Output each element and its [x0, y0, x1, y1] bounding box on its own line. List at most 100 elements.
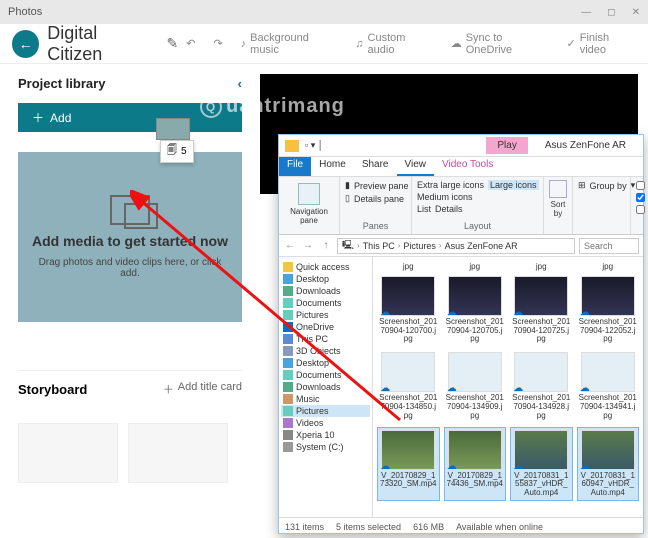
file-item[interactable]: ☁ V_20170829_174436_SM.mp4 [444, 427, 507, 501]
file-checkbox[interactable] [636, 193, 645, 202]
breadcrumb-item[interactable]: This PC [363, 241, 395, 251]
file-item[interactable]: ☁Screenshot_20170904-122052.jpg [577, 274, 640, 346]
ribbon-tab-home[interactable]: Home [311, 157, 354, 176]
add-button-label: Add [50, 111, 71, 125]
tree-item[interactable]: Downloads [281, 285, 370, 297]
file-name: Screenshot_20170904-120700.jpg [379, 318, 438, 344]
custom-audio-button[interactable]: ♫ Custom audio [355, 32, 432, 56]
sync-onedrive-button[interactable]: ☁ Sync to OneDrive [451, 32, 549, 56]
dropzone-title: Add media to get started now [32, 233, 228, 249]
finish-video-button[interactable]: ✓ Finish video [567, 32, 637, 56]
tree-item[interactable]: Documents [281, 297, 370, 309]
tree-item[interactable]: Pictures [281, 309, 370, 321]
group-by-button[interactable]: ⊞ Group by ▾ [578, 180, 625, 191]
file-list-pane[interactable]: jpgjpgjpgjpg ☁Screenshot_20170904-120700… [373, 257, 643, 517]
file-item[interactable]: ☁Screenshot_20170904-134909.jpg [444, 350, 507, 422]
add-title-card-button[interactable]: ＋ Add title card [163, 381, 242, 397]
file-item[interactable]: ☁Screenshot_20170904-134941.jpg [577, 350, 640, 422]
tree-item-label: Downloads [296, 286, 341, 296]
tree-item[interactable]: Xperia 10 [281, 429, 370, 441]
storyboard-slot[interactable] [18, 423, 118, 483]
chevron-left-icon[interactable]: ‹ [238, 76, 242, 91]
pencil-icon[interactable]: ✎ [166, 35, 178, 52]
hide-checkbox[interactable] [636, 205, 645, 214]
file-item[interactable]: ☁Screenshot_20170904-120725.jpg [510, 274, 573, 346]
cloud-status-icon: ☁ [380, 461, 390, 471]
background-music-button[interactable]: ♪ Background music [241, 32, 338, 56]
file-name: V_20170829_174436_SM.mp4 [447, 472, 504, 490]
ribbon-tab-view[interactable]: View [397, 157, 435, 176]
tree-item[interactable]: Desktop [281, 273, 370, 285]
redo-button[interactable]: ↷ [213, 37, 222, 50]
tree-item[interactable]: 3D Objects [281, 345, 370, 357]
tree-item-label: Pictures [296, 406, 329, 416]
file-item[interactable]: ☁Screenshot_20170904-134850.jpg [377, 350, 440, 422]
file-thumbnail: ☁ [581, 430, 635, 470]
storyboard-slot[interactable] [128, 423, 228, 483]
minimize-icon[interactable]: — [581, 7, 591, 18]
file-item[interactable]: ☁Screenshot_20170904-134928.jpg [510, 350, 573, 422]
tree-item[interactable]: System (C:) [281, 441, 370, 453]
watermark: Quantrimang [200, 95, 345, 118]
sort-icon[interactable] [549, 180, 567, 198]
ribbon-tab-video-tools[interactable]: Video Tools [434, 157, 501, 176]
tree-item[interactable]: OneDrive [281, 321, 370, 333]
tree-item-label: Pictures [296, 310, 329, 320]
tree-item-icon [283, 418, 293, 428]
group-header: jpg [602, 263, 613, 272]
navigation-tree[interactable]: Quick accessDesktopDownloadsDocumentsPic… [279, 257, 373, 517]
tree-item[interactable]: Desktop [281, 357, 370, 369]
back-button[interactable]: ← [12, 30, 39, 58]
list-option[interactable]: List [417, 204, 431, 214]
breadcrumb-pc-icon: 🖳 [342, 238, 354, 254]
file-item[interactable]: ☁V_20170831_155837_vHDR_Auto.mp4 [510, 427, 573, 501]
nav-fwd-icon[interactable]: → [301, 240, 315, 251]
file-name: V_20170831_155837_vHDR_Auto.mp4 [513, 472, 570, 498]
file-item[interactable]: ☁Screenshot_20170904-120705.jpg [444, 274, 507, 346]
undo-button[interactable]: ↶ [186, 37, 195, 50]
details-pane-button[interactable]: ▯ Details pane [345, 193, 406, 204]
medium-icons-option[interactable]: Medium icons [417, 192, 473, 202]
file-thumbnail: ☁ [514, 276, 568, 316]
nav-up-icon[interactable]: ↑ [319, 240, 333, 251]
tree-item[interactable]: Documents [281, 369, 370, 381]
file-thumbnail: ☁ [448, 430, 502, 470]
tree-item[interactable]: Videos [281, 417, 370, 429]
breadcrumb-bar[interactable]: 🖳› This PC› Pictures› Asus ZenFone AR [337, 238, 575, 254]
address-bar-row: ← → ↑ 🖳› This PC› Pictures› Asus ZenFone… [279, 235, 643, 257]
tree-item[interactable]: Music [281, 393, 370, 405]
extra-large-icons-option[interactable]: Extra large icons [417, 180, 484, 190]
close-icon[interactable]: ✕ [632, 7, 640, 18]
tree-item[interactable]: Pictures [281, 405, 370, 417]
contextual-tab-play[interactable]: Play [486, 137, 527, 154]
navigation-pane-icon[interactable] [298, 183, 320, 205]
tree-item-label: Videos [296, 418, 323, 428]
large-icons-option[interactable]: Large icons [488, 180, 539, 190]
file-item[interactable]: ☁V_20170829_173320_SM.mp4 [377, 427, 440, 501]
nav-back-icon[interactable]: ← [283, 240, 297, 251]
maximize-icon[interactable]: ◻ [607, 7, 615, 18]
tree-item[interactable]: Quick access [281, 261, 370, 273]
ribbon-tab-share[interactable]: Share [354, 157, 397, 176]
tree-item[interactable]: This PC [281, 333, 370, 345]
ribbon-tab-file[interactable]: File [279, 157, 311, 176]
media-drop-zone[interactable]: Add media to get started now Drag photos… [18, 152, 242, 322]
tree-item[interactable]: Downloads [281, 381, 370, 393]
tree-item-icon [283, 262, 293, 272]
group-header: jpg [536, 263, 547, 272]
cloud-status-icon: ☁ [447, 383, 457, 393]
details-option[interactable]: Details [435, 204, 463, 214]
breadcrumb-item[interactable]: Asus ZenFone AR [445, 241, 518, 251]
file-name: V_20170829_173320_SM.mp4 [380, 472, 437, 490]
item-checkbox[interactable] [636, 181, 645, 190]
file-item[interactable]: ☁V_20170831_160947_vHDR_Auto.mp4 [577, 427, 640, 501]
cloud-status-icon: ☁ [513, 307, 523, 317]
preview-pane-button[interactable]: ▮ Preview pane [345, 180, 406, 191]
ribbon: Navigation pane ▮ Preview pane ▯ Details… [279, 177, 643, 235]
file-thumbnail: ☁ [381, 276, 435, 316]
cloud-status-icon: ☁ [580, 307, 590, 317]
file-item[interactable]: ☁Screenshot_20170904-120700.jpg [377, 274, 440, 346]
breadcrumb-item[interactable]: Pictures [403, 241, 436, 251]
cloud-status-icon: ☁ [513, 383, 523, 393]
explorer-search-input[interactable] [579, 238, 639, 254]
